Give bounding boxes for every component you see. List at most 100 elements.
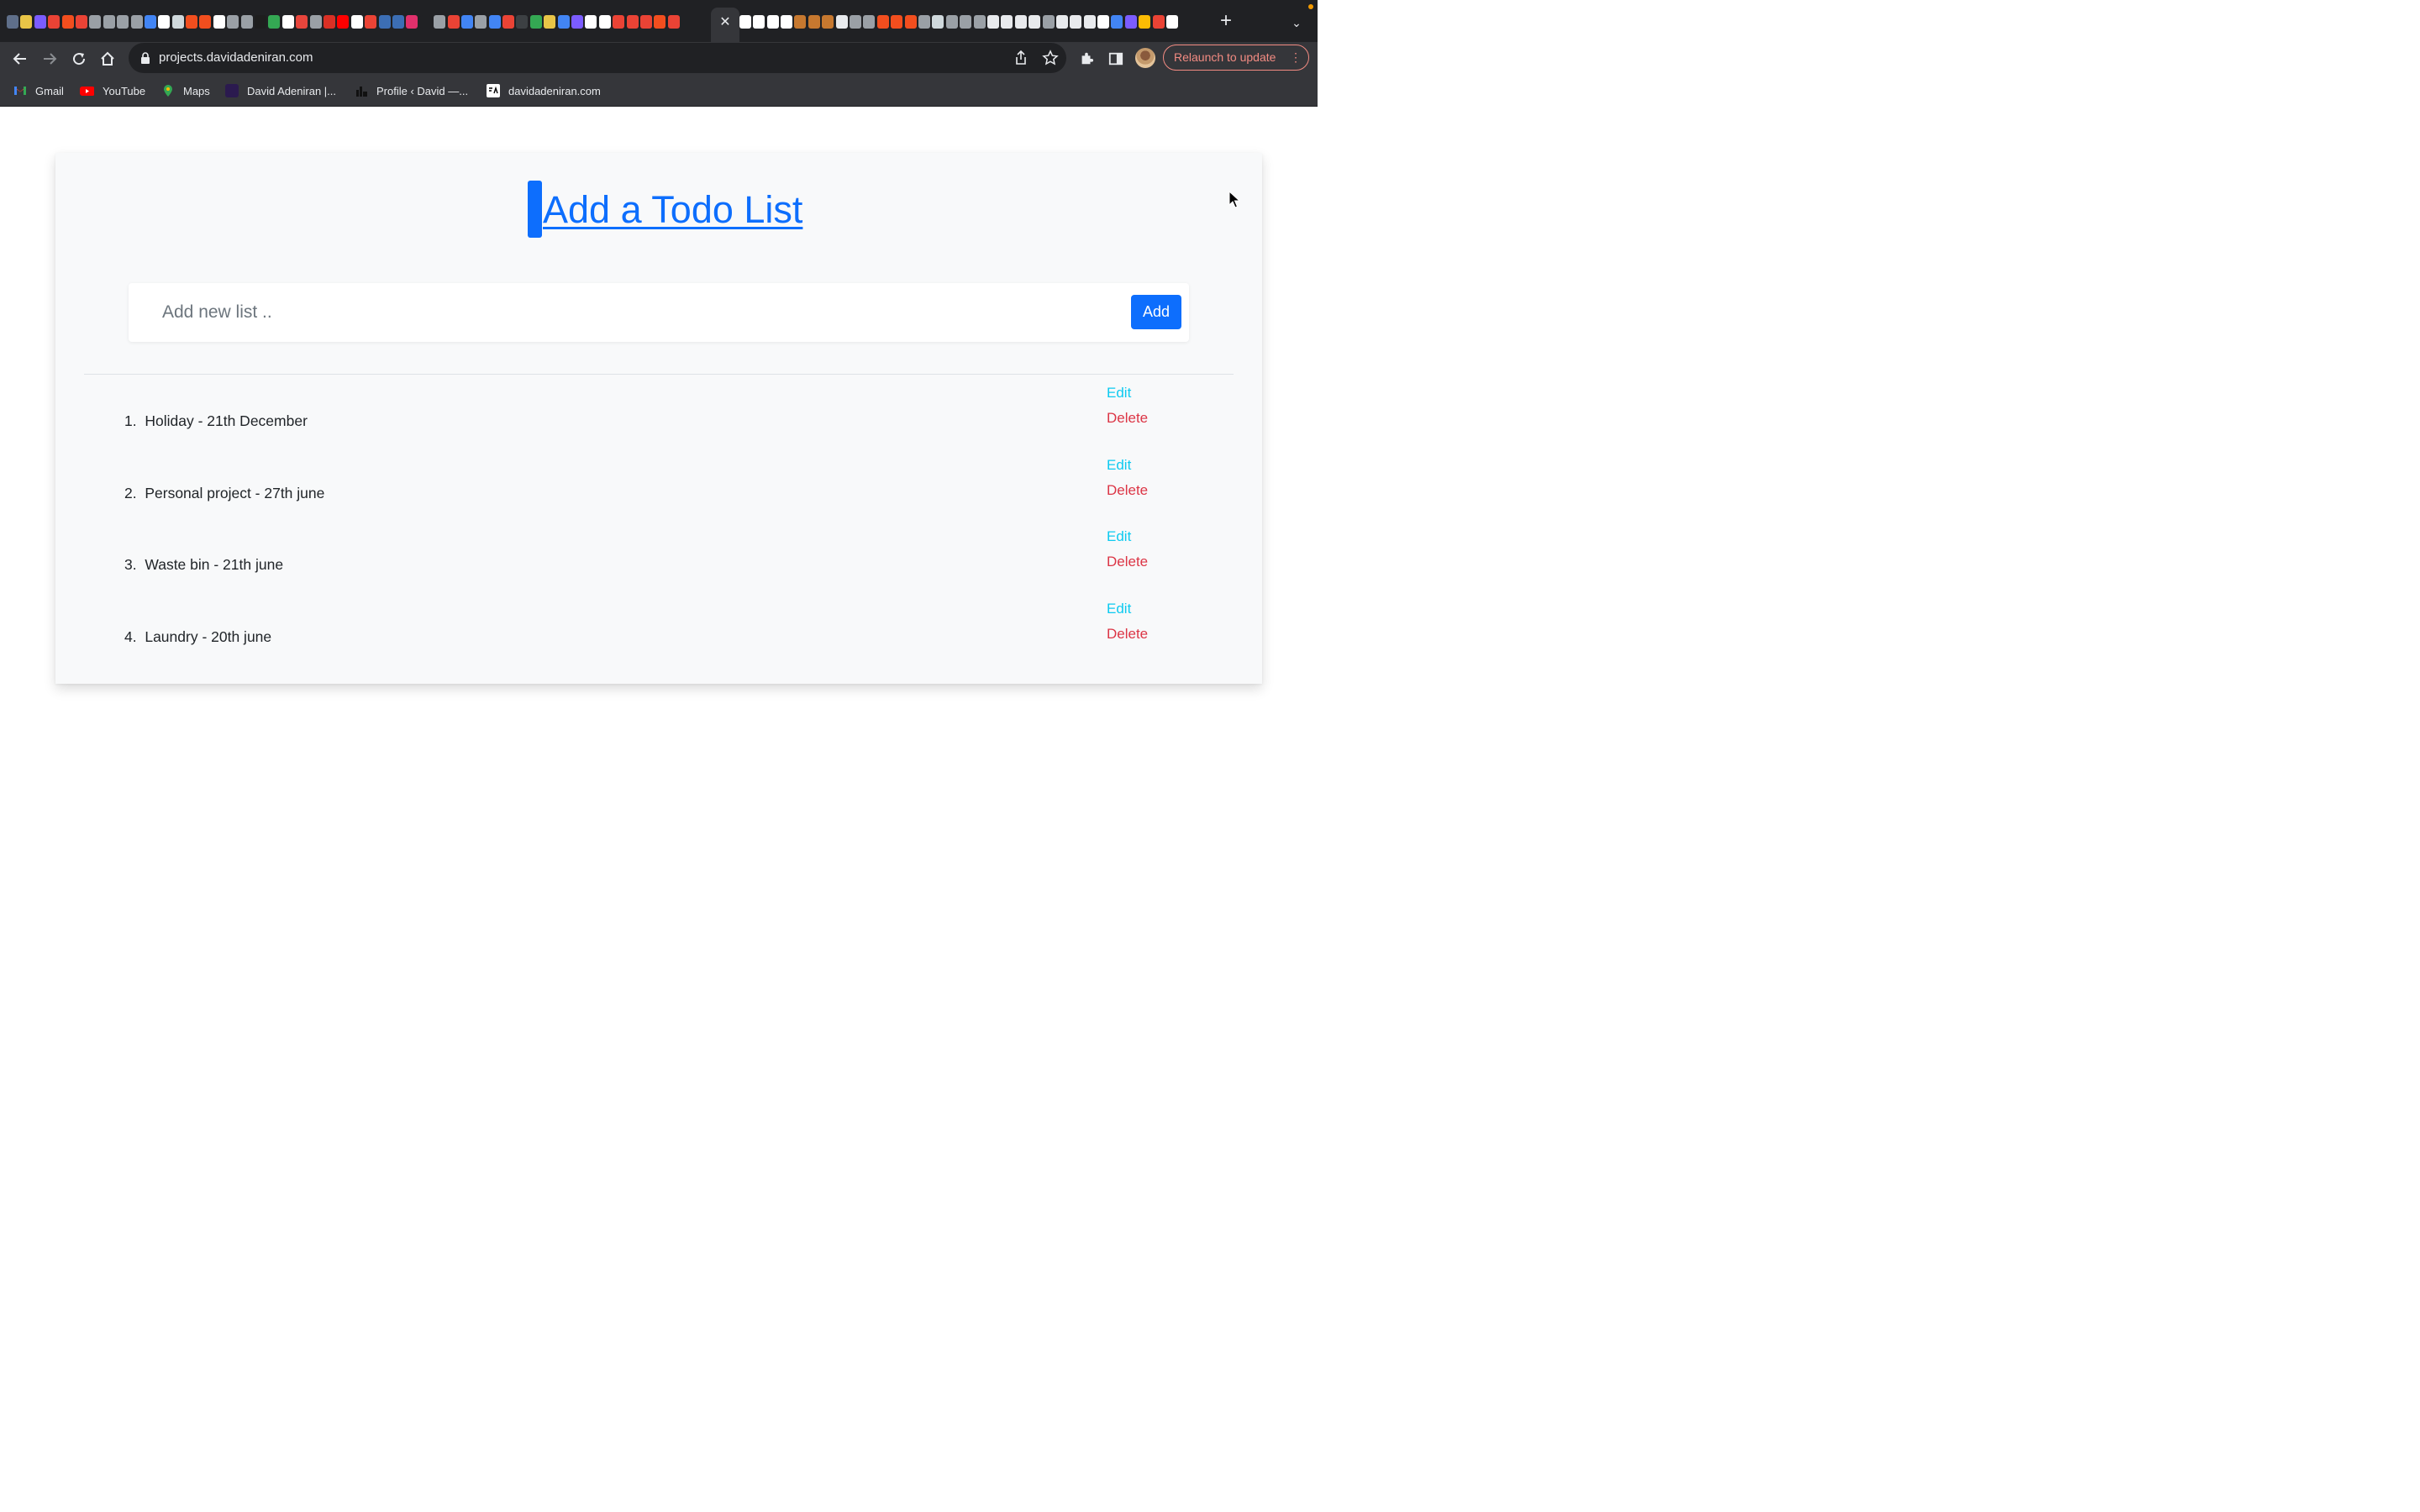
edit-button[interactable]: Edit: [1107, 528, 1131, 545]
tab-favicon-icon[interactable]: [475, 15, 487, 29]
tab-favicon-icon[interactable]: [103, 15, 115, 29]
tab-favicon-icon[interactable]: [378, 15, 391, 29]
bookmark-davidadeniran-com[interactable]: davidadeniran.com: [487, 76, 601, 106]
tab-favicon-icon[interactable]: [171, 15, 184, 29]
tab-favicon-icon[interactable]: [323, 15, 335, 29]
tab-favicon-icon[interactable]: [34, 15, 46, 29]
tab-search-icon[interactable]: ⌄: [1287, 13, 1306, 32]
tab-favicon-icon[interactable]: [447, 15, 460, 29]
tab-favicon-icon[interactable]: [1111, 15, 1123, 29]
delete-button[interactable]: Delete: [1107, 482, 1148, 499]
tab-close-icon[interactable]: ✕: [711, 8, 739, 38]
tab-favicon-icon[interactable]: [434, 15, 446, 29]
tab-favicon-icon[interactable]: [130, 15, 143, 29]
tab-favicon-icon[interactable]: [309, 15, 322, 29]
tab-favicon-icon[interactable]: [753, 15, 765, 29]
bookmark-maps[interactable]: Maps: [161, 76, 210, 106]
add-button[interactable]: Add: [1131, 295, 1181, 329]
tab-favicon-icon[interactable]: [973, 15, 986, 29]
tab-favicon-icon[interactable]: [48, 15, 60, 29]
tab-favicon-icon[interactable]: [392, 15, 404, 29]
tab-favicon-icon[interactable]: [667, 15, 680, 29]
tab-favicon-icon[interactable]: [281, 15, 294, 29]
delete-button[interactable]: Delete: [1107, 410, 1148, 427]
tab-favicon-icon[interactable]: [365, 15, 377, 29]
tab-favicon-icon[interactable]: [876, 15, 889, 29]
edit-button[interactable]: Edit: [1107, 601, 1131, 617]
tab-favicon-icon[interactable]: [571, 15, 584, 29]
tab-favicon-icon[interactable]: [986, 15, 999, 29]
tab-favicon-icon[interactable]: [7, 15, 18, 29]
tab-favicon-icon[interactable]: [296, 15, 308, 29]
tab-favicon-icon[interactable]: [808, 15, 820, 29]
bookmark-youtube[interactable]: YouTube: [79, 76, 145, 106]
tab-favicon-icon[interactable]: [350, 15, 363, 29]
tab-favicon-icon[interactable]: [598, 15, 611, 29]
tab-favicon-icon[interactable]: [626, 15, 639, 29]
tab-favicon-icon[interactable]: [419, 15, 432, 29]
tab-favicon-icon[interactable]: [502, 15, 515, 29]
tab-favicon-icon[interactable]: [1152, 15, 1165, 29]
reload-icon[interactable]: [67, 47, 91, 71]
delete-button[interactable]: Delete: [1107, 554, 1148, 570]
address-bar[interactable]: projects.davidadeniran.com: [129, 43, 1066, 73]
tab-favicon-icon[interactable]: [1028, 15, 1041, 29]
tab-favicon-icon[interactable]: [766, 15, 779, 29]
tab-favicon-icon[interactable]: [918, 15, 930, 29]
new-tab-button[interactable]: +: [1217, 11, 1235, 32]
tab-favicon-icon[interactable]: [960, 15, 972, 29]
more-menu-icon[interactable]: ⋮: [1290, 45, 1302, 70]
tab-favicon-icon[interactable]: [544, 15, 556, 29]
forward-icon[interactable]: [38, 47, 61, 71]
bookmark-star-icon[interactable]: [1042, 50, 1059, 66]
tab-favicon-icon[interactable]: [639, 15, 652, 29]
tab-favicon-icon[interactable]: [89, 15, 102, 29]
tab-favicon-icon[interactable]: [268, 15, 281, 29]
extensions-icon[interactable]: [1076, 49, 1097, 69]
tab-favicon-icon[interactable]: [850, 15, 862, 29]
edit-button[interactable]: Edit: [1107, 457, 1131, 474]
edit-button[interactable]: Edit: [1107, 385, 1131, 402]
tab-favicon-icon[interactable]: [891, 15, 903, 29]
profile-avatar[interactable]: [1135, 48, 1155, 68]
delete-button[interactable]: Delete: [1107, 626, 1148, 643]
tab-favicon-icon[interactable]: [240, 15, 253, 29]
tab-favicon-icon[interactable]: [835, 15, 848, 29]
active-tab[interactable]: ✕: [711, 8, 739, 42]
tab-favicon-icon[interactable]: [1070, 15, 1082, 29]
tab-favicon-icon[interactable]: [1042, 15, 1055, 29]
tab-favicon-icon[interactable]: [117, 15, 129, 29]
tab-favicon-icon[interactable]: [255, 15, 267, 29]
tab-favicon-icon[interactable]: [529, 15, 542, 29]
tab-favicon-icon[interactable]: [613, 15, 625, 29]
tab-favicon-icon[interactable]: [213, 15, 225, 29]
tab-favicon-icon[interactable]: [945, 15, 958, 29]
bookmark-gmail[interactable]: Gmail: [13, 76, 64, 106]
tab-favicon-icon[interactable]: [822, 15, 834, 29]
tab-favicon-icon[interactable]: [863, 15, 876, 29]
url-text[interactable]: projects.davidadeniran.com: [159, 43, 313, 73]
tab-favicon-icon[interactable]: [1097, 15, 1110, 29]
tab-favicon-icon[interactable]: [585, 15, 597, 29]
relaunch-to-update-button[interactable]: Relaunch to update ⋮: [1163, 45, 1309, 71]
tab-favicon-icon[interactable]: [1166, 15, 1179, 29]
tab-favicon-icon[interactable]: [1001, 15, 1013, 29]
tab-favicon-icon[interactable]: [75, 15, 87, 29]
page-title[interactable]: Add a Todo List: [543, 185, 802, 235]
tab-favicon-icon[interactable]: [516, 15, 529, 29]
tab-favicon-icon[interactable]: [557, 15, 570, 29]
tab-favicon-icon[interactable]: [932, 15, 944, 29]
tab-favicon-icon[interactable]: [654, 15, 666, 29]
tab-favicon-icon[interactable]: [1055, 15, 1068, 29]
tab-favicon-icon[interactable]: [1083, 15, 1096, 29]
tab-favicon-icon[interactable]: [20, 15, 33, 29]
tab-favicon-icon[interactable]: [337, 15, 350, 29]
home-icon[interactable]: [96, 47, 119, 71]
tab-favicon-icon[interactable]: [1124, 15, 1137, 29]
new-list-input[interactable]: [129, 283, 1120, 342]
tab-favicon-icon[interactable]: [1139, 15, 1151, 29]
tab-favicon-icon[interactable]: [144, 15, 156, 29]
tab-favicon-icon[interactable]: [61, 15, 74, 29]
side-panel-icon[interactable]: [1106, 49, 1126, 69]
bookmark-profile[interactable]: Profile ‹ David —...: [355, 76, 468, 106]
